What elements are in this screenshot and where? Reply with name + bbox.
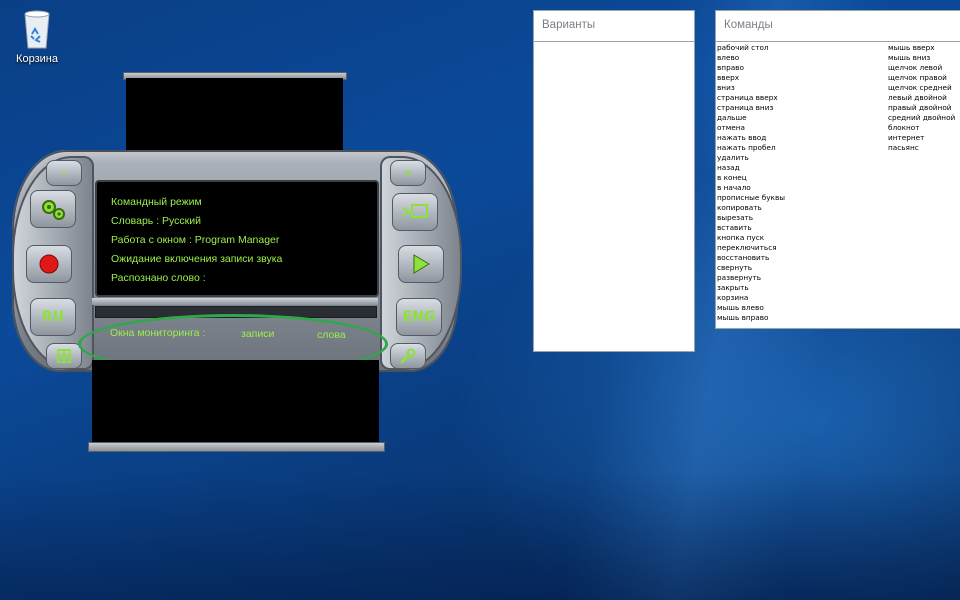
command-item[interactable]: пасьянс	[888, 143, 955, 153]
command-item[interactable]: рабочий стол	[717, 43, 785, 53]
close-icon: ✕	[403, 166, 413, 180]
recording-status-line: Ожидание включения записи звука	[111, 253, 283, 265]
command-item[interactable]: копировать	[717, 203, 785, 213]
settings-button[interactable]	[30, 190, 76, 228]
command-item[interactable]: свернуть	[717, 263, 785, 273]
grid-button[interactable]	[46, 343, 82, 369]
command-item[interactable]: развернуть	[717, 273, 785, 283]
command-item[interactable]: левый двойной	[888, 93, 955, 103]
command-item[interactable]: мышь вниз	[888, 53, 955, 63]
status-display: Командный режим Словарь : Русский Работа…	[95, 180, 379, 297]
variants-panel: Варианты	[533, 10, 695, 352]
window-arrow-icon	[402, 204, 428, 218]
command-item[interactable]: дальше	[717, 113, 785, 123]
command-item[interactable]: вырезать	[717, 213, 785, 223]
close-button[interactable]: ✕	[390, 160, 426, 186]
lang-eng-button[interactable]: ENG	[396, 298, 442, 336]
command-item[interactable]: вправо	[717, 63, 785, 73]
play-button[interactable]	[398, 245, 444, 283]
command-item[interactable]: нажать пробел	[717, 143, 785, 153]
dictionary-line: Словарь : Русский	[111, 215, 201, 227]
command-item[interactable]: мышь вправо	[717, 313, 785, 323]
command-item[interactable]: переключиться	[717, 243, 785, 253]
words-toggle[interactable]: слова	[317, 329, 346, 341]
command-item[interactable]: интернет	[888, 133, 955, 143]
window-button[interactable]	[392, 193, 438, 231]
voice-control-window: – RU ✕ ENG Командный режим Словарь: Рус…	[0, 0, 470, 470]
command-item[interactable]: влево	[717, 53, 785, 63]
display-divider	[92, 298, 378, 305]
command-item[interactable]: щелчок правой	[888, 73, 955, 83]
command-item[interactable]: корзина	[717, 293, 785, 303]
command-item[interactable]: назад	[717, 163, 785, 173]
command-item[interactable]: закрыть	[717, 283, 785, 293]
command-item[interactable]: щелчок средней	[888, 83, 955, 93]
mode-line: Командный режим	[111, 196, 202, 208]
recognized-word-line: Распознано слово :	[111, 272, 206, 284]
grid-icon	[57, 349, 71, 363]
command-item[interactable]: прописные буквы	[717, 193, 785, 203]
variants-title: Варианты	[542, 19, 596, 31]
command-item[interactable]: мышь влево	[717, 303, 785, 313]
window-line: Работа с окном : Program Manager	[111, 234, 280, 246]
green-play-icon	[413, 254, 430, 274]
command-item[interactable]: в начало	[717, 183, 785, 193]
command-item[interactable]: кнопка пуск	[717, 233, 785, 243]
command-item[interactable]: правый двойной	[888, 103, 955, 113]
command-item[interactable]: блокнот	[888, 123, 955, 133]
commands-column-1: рабочий стол влево вправо вверх вниз стр…	[717, 43, 785, 323]
command-item[interactable]: страница вверх	[717, 93, 785, 103]
lang-ru-button[interactable]: RU	[30, 298, 76, 336]
red-record-icon	[39, 254, 59, 274]
commands-title: Команды	[724, 19, 773, 31]
desktop-shadow	[0, 470, 960, 600]
command-item[interactable]: отмена	[717, 123, 785, 133]
command-item[interactable]: вставить	[717, 223, 785, 233]
command-item[interactable]: средний двойной	[888, 113, 955, 123]
record-button[interactable]	[26, 245, 72, 283]
records-toggle[interactable]: записи	[241, 328, 274, 340]
commands-divider	[716, 41, 960, 42]
command-item[interactable]: восстановить	[717, 253, 785, 263]
minimize-icon: –	[61, 166, 67, 180]
gears-icon	[42, 200, 65, 220]
minimize-button[interactable]: –	[46, 160, 82, 186]
command-item[interactable]: нажать ввод	[717, 133, 785, 143]
commands-column-2: мышь вверх мышь вниз щелчок левой щелчок…	[888, 43, 955, 153]
tools-button[interactable]	[390, 343, 426, 369]
wrench-icon	[400, 348, 416, 364]
command-item[interactable]: удалить	[717, 153, 785, 163]
command-item[interactable]: щелчок левой	[888, 63, 955, 73]
command-item[interactable]: вниз	[717, 83, 785, 93]
command-item[interactable]: в конец	[717, 173, 785, 183]
bottom-drawer-bar	[88, 442, 385, 452]
lang-eng-label: ENG	[402, 309, 436, 325]
bottom-drawer-panel	[92, 360, 379, 442]
command-item[interactable]: страница вниз	[717, 103, 785, 113]
monitoring-label: Окна мониторинга :	[110, 327, 206, 339]
lang-ru-label: RU	[41, 309, 65, 325]
command-item[interactable]: мышь вверх	[888, 43, 955, 53]
command-item[interactable]: вверх	[717, 73, 785, 83]
commands-panel: Команды рабочий стол влево вправо вверх …	[715, 10, 960, 329]
variants-divider	[534, 41, 694, 42]
